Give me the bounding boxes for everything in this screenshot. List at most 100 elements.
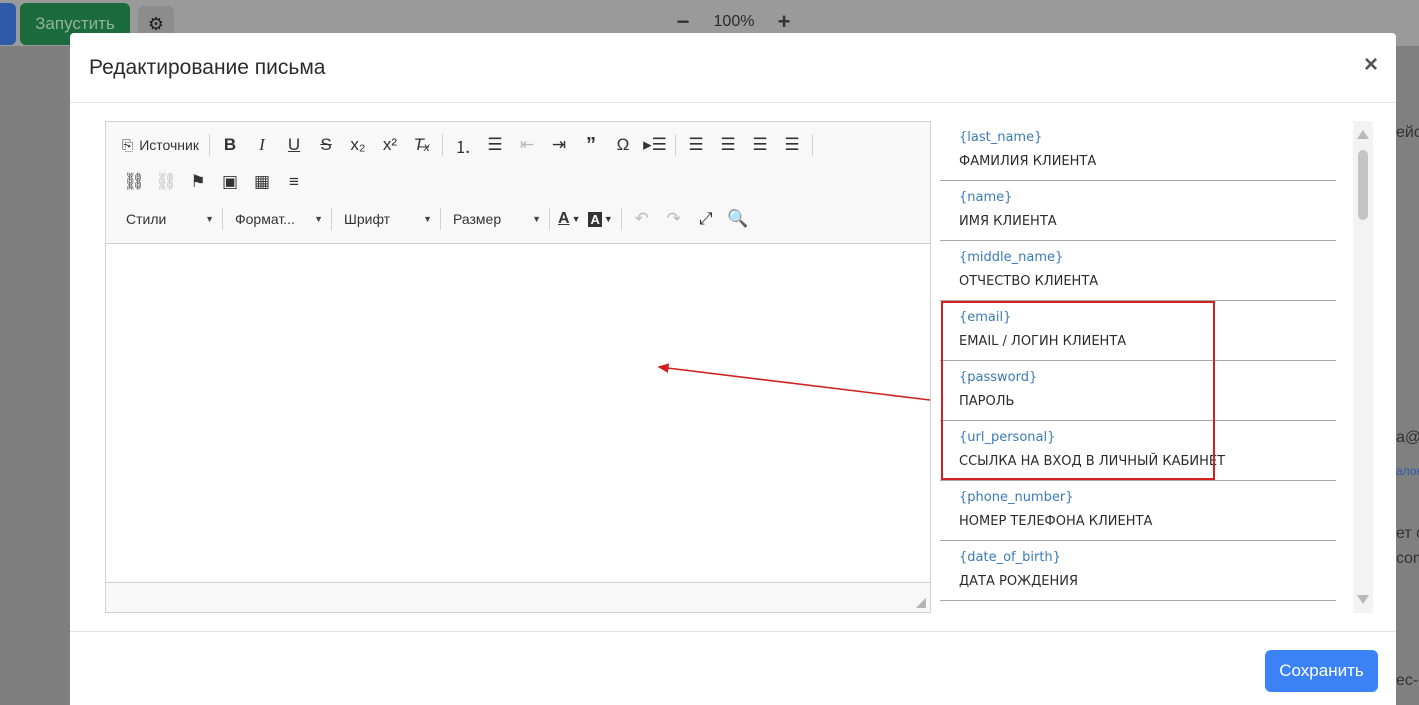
variable-item[interactable]: {phone_number} НОМЕР ТЕЛЕФОНА КЛИЕНТА — [940, 481, 1336, 541]
variable-description: ДАТА РОЖДЕНИЯ — [959, 574, 1078, 589]
redo-icon[interactable]: ↷ — [658, 205, 690, 233]
background-clipped-text: com — [1396, 550, 1419, 567]
save-button[interactable]: Сохранить — [1265, 650, 1378, 692]
maximize-icon[interactable]: ⤢ — [690, 205, 722, 233]
source-icon: ⎘ — [122, 136, 134, 153]
variable-description: ИМЯ КЛИЕНТА — [959, 214, 1057, 229]
toolbar-separator — [440, 208, 441, 230]
close-icon[interactable]: × — [1364, 51, 1378, 79]
editor-status-bar — [106, 582, 930, 612]
special-char-icon[interactable]: Ω — [607, 131, 639, 159]
toolbar-row: Стили ▼ Формат... ▼ Шрифт ▼ Размер ▼ A ▼… — [118, 204, 754, 234]
anchor-icon[interactable]: ⚑ — [182, 168, 214, 196]
source-label: Источник — [139, 137, 199, 153]
toolbar-row: ⎘ Источник B I U S x₂ x² T̶ₓ ⒈ ☰ ⇤ ⇥ ” Ω… — [118, 130, 817, 160]
variable-item[interactable]: {date_of_birth} ДАТА РОЖДЕНИЯ — [940, 541, 1336, 601]
bulleted-list-icon[interactable]: ☰ — [479, 131, 511, 159]
highlight-annotation-box — [941, 301, 1215, 480]
rich-text-editor: ⎘ Источник B I U S x₂ x² T̶ₓ ⒈ ☰ ⇤ ⇥ ” Ω… — [105, 121, 931, 613]
variable-description: ОТЧЕСТВО КЛИЕНТА — [959, 274, 1099, 289]
div-container-icon[interactable]: ▸☰ — [639, 131, 671, 159]
scroll-down-arrow[interactable] — [1357, 595, 1369, 604]
toolbar-separator — [549, 208, 550, 230]
background-clipped-text: ес-п — [1396, 672, 1419, 689]
styles-dropdown-label: Стили — [126, 211, 167, 227]
editor-content-area[interactable] — [106, 244, 930, 582]
superscript-icon[interactable]: x² — [374, 131, 406, 159]
background-zoom-in-icon: + — [777, 9, 791, 34]
indent-icon[interactable]: ⇥ — [543, 131, 575, 159]
size-dropdown-label: Размер — [453, 211, 502, 227]
toolbar-separator — [811, 134, 813, 156]
variable-item[interactable]: {middle_name} ОТЧЕСТВО КЛИЕНТА — [940, 241, 1336, 301]
remove-format-icon[interactable]: T̶ₓ — [406, 131, 438, 159]
table-icon[interactable]: ▦ — [246, 168, 278, 196]
toolbar-separator — [620, 208, 622, 230]
align-left-icon[interactable]: ☰ — [680, 131, 712, 159]
caret-down-icon: ▼ — [571, 214, 581, 224]
underline-icon[interactable]: U — [278, 131, 310, 159]
background-color-icon: A — [588, 211, 602, 227]
text-color-icon: A — [558, 210, 570, 227]
align-right-icon[interactable]: ☰ — [744, 131, 776, 159]
outdent-icon[interactable]: ⇤ — [511, 131, 543, 159]
caret-down-icon: ▼ — [532, 214, 541, 224]
variable-item[interactable]: {name} ИМЯ КЛИЕНТА — [940, 181, 1336, 241]
background-clipped-text: алон — [1396, 464, 1419, 478]
background-right-panel — [1396, 46, 1419, 705]
format-dropdown-label: Формат... — [235, 211, 295, 227]
caret-down-icon: ▼ — [603, 214, 613, 224]
variable-item[interactable]: {last_name} ФАМИЛИЯ КЛИЕНТА — [940, 121, 1336, 181]
background-clipped-text: ейст — [1396, 124, 1419, 141]
toolbar-separator — [674, 134, 676, 156]
variable-description: ФАМИЛИЯ КЛИЕНТА — [959, 154, 1097, 169]
scrollbar-thumb[interactable] — [1358, 150, 1368, 220]
background-blue-button — [0, 3, 16, 45]
toolbar-separator — [331, 208, 332, 230]
toolbar-separator — [222, 208, 223, 230]
unlink-icon[interactable]: ⛓ — [150, 168, 182, 196]
background-color-button[interactable]: A ▼ — [584, 205, 616, 233]
variable-key[interactable]: {date_of_birth} — [959, 550, 1061, 565]
text-color-button[interactable]: A ▼ — [554, 205, 584, 233]
footer-divider — [70, 631, 1396, 632]
italic-icon[interactable]: I — [246, 131, 278, 159]
variable-key[interactable]: {last_name} — [959, 130, 1042, 145]
format-dropdown[interactable]: Формат... ▼ — [227, 206, 327, 232]
background-clipped-text: a@y — [1396, 429, 1419, 446]
resize-handle[interactable] — [916, 598, 926, 608]
align-justify-icon[interactable]: ☰ — [776, 131, 808, 159]
numbered-list-icon[interactable]: ⒈ — [447, 131, 479, 159]
image-icon[interactable]: ▣ — [214, 168, 246, 196]
blockquote-icon[interactable]: ” — [575, 131, 607, 159]
strikethrough-icon[interactable]: S — [310, 131, 342, 159]
variable-key[interactable]: {phone_number} — [959, 490, 1073, 505]
modal-header: Редактирование письма × — [70, 33, 1396, 103]
source-button[interactable]: ⎘ Источник — [118, 131, 205, 159]
caret-down-icon: ▼ — [205, 214, 214, 224]
modal-title: Редактирование письма — [89, 56, 326, 79]
variables-scrollbar[interactable] — [1353, 121, 1373, 613]
subscript-icon[interactable]: x₂ — [342, 131, 374, 159]
bold-icon[interactable]: B — [214, 131, 246, 159]
caret-down-icon: ▼ — [423, 214, 432, 224]
styles-dropdown[interactable]: Стили ▼ — [118, 206, 218, 232]
link-icon[interactable]: ⛓ — [118, 168, 150, 196]
align-center-icon[interactable]: ☰ — [712, 131, 744, 159]
caret-down-icon: ▼ — [314, 214, 323, 224]
size-dropdown[interactable]: Размер ▼ — [445, 206, 545, 232]
edit-letter-modal: Редактирование письма × ⎘ Источник B I U… — [70, 33, 1396, 705]
variable-description: НОМЕР ТЕЛЕФОНА КЛИЕНТА — [959, 514, 1153, 529]
variable-key[interactable]: {middle_name} — [959, 250, 1063, 265]
editor-toolbar: ⎘ Источник B I U S x₂ x² T̶ₓ ⒈ ☰ ⇤ ⇥ ” Ω… — [106, 122, 930, 244]
preview-icon[interactable]: 🔍 — [722, 205, 754, 233]
scroll-up-arrow[interactable] — [1357, 130, 1369, 139]
variable-key[interactable]: {name} — [959, 190, 1012, 205]
horizontal-rule-icon[interactable]: ≡ — [278, 168, 310, 196]
background-clipped-text: ет о — [1396, 525, 1419, 542]
font-dropdown-label: Шрифт — [344, 211, 391, 227]
toolbar-separator — [441, 134, 443, 156]
undo-icon[interactable]: ↶ — [626, 205, 658, 233]
font-dropdown[interactable]: Шрифт ▼ — [336, 206, 436, 232]
toolbar-separator — [208, 134, 210, 156]
